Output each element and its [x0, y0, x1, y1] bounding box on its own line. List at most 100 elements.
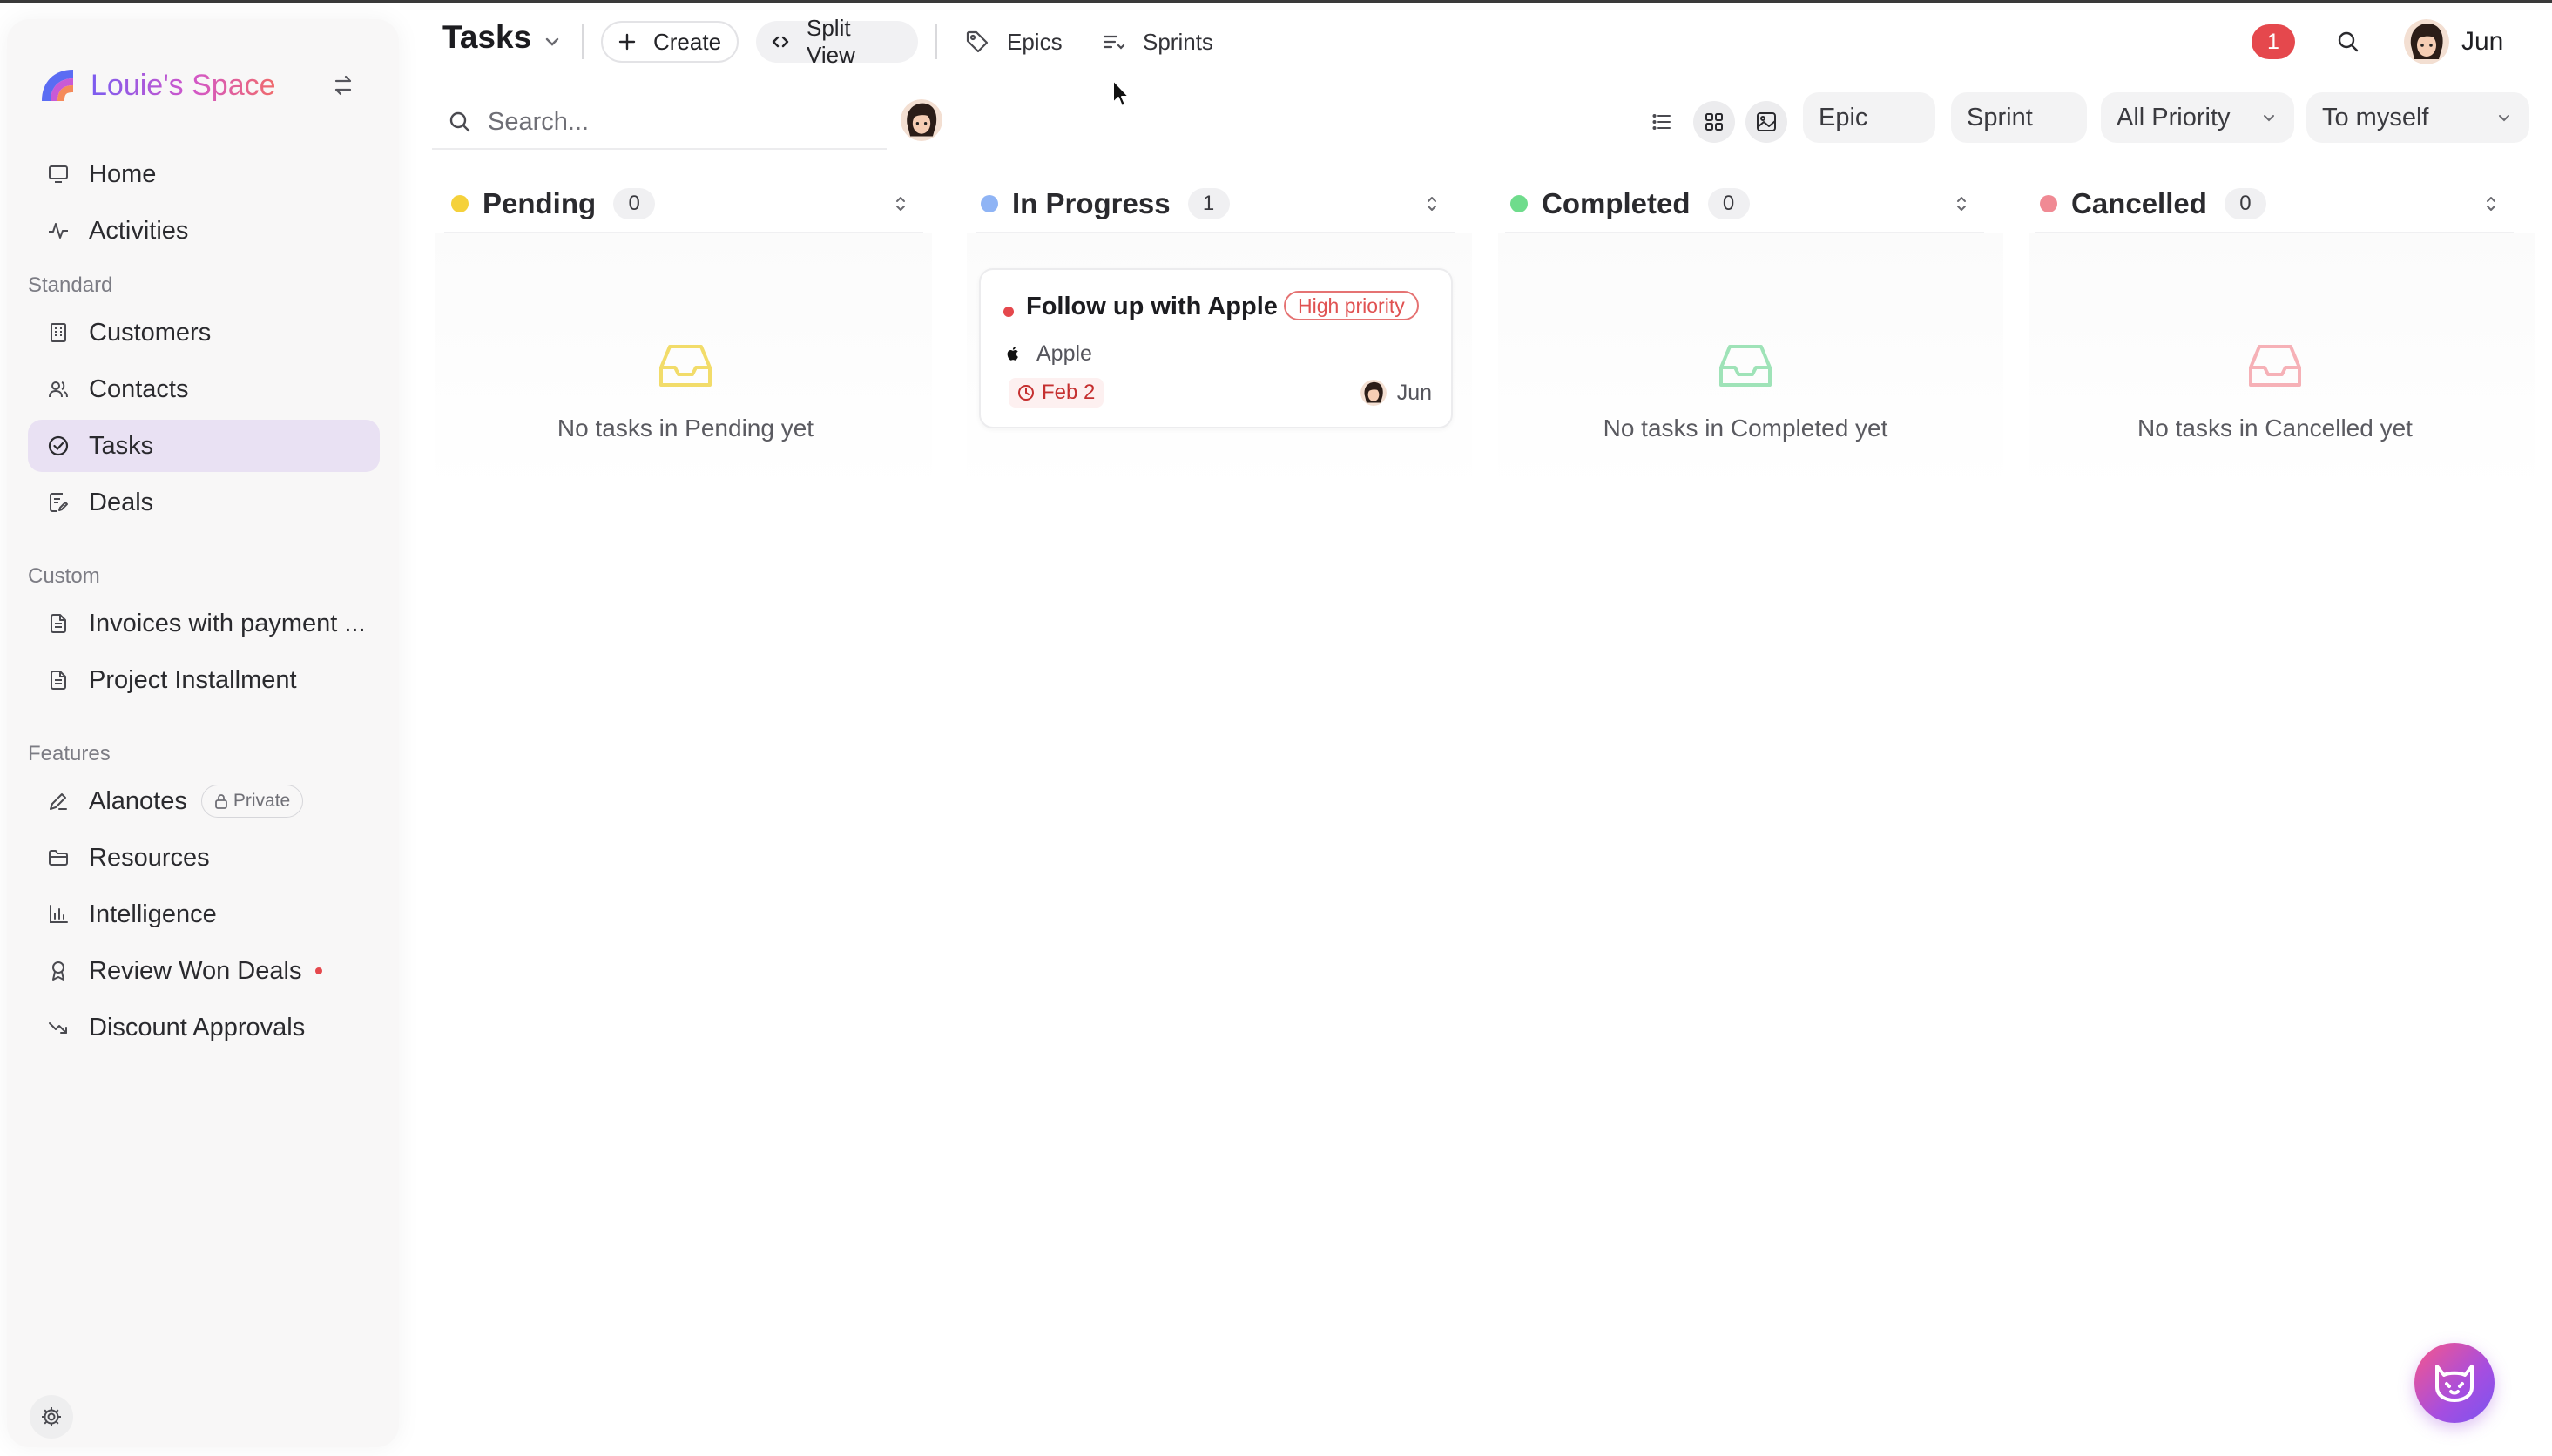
document-icon [45, 610, 71, 637]
bar-chart-icon [45, 901, 71, 927]
status-dot [2040, 195, 2057, 212]
sidebar-item-label: Intelligence [89, 900, 217, 928]
monitor-icon [45, 161, 71, 187]
swap-arrows-icon [334, 75, 352, 96]
sidebar-item-label: Tasks [89, 431, 154, 460]
inbox-icon [1719, 345, 1772, 387]
settings-button[interactable] [30, 1395, 73, 1439]
column-count: 1 [1187, 188, 1230, 219]
section-standard: Standard [28, 273, 113, 297]
trend-down-icon [45, 1014, 71, 1041]
epics-button[interactable]: Epics [965, 21, 1063, 63]
chevron-down-icon [2264, 115, 2274, 122]
sidebar-item-customers[interactable]: Customers [28, 307, 380, 359]
list-view-button[interactable] [1641, 101, 1683, 143]
column-count: 0 [1707, 188, 1750, 219]
task-assignee[interactable]: Jun [1360, 378, 1432, 408]
avatar [1360, 380, 1387, 406]
sidebar-item-label: Home [89, 159, 157, 188]
split-view-button[interactable]: Split View [756, 15, 918, 68]
sidebar-item-tasks[interactable]: Tasks [28, 420, 380, 472]
sidebar-item-label: Resources [89, 843, 210, 872]
create-button[interactable]: Create [601, 21, 739, 63]
column-sort-button[interactable] [883, 186, 918, 221]
sidebar-item-resources[interactable]: Resources [28, 832, 380, 884]
sidebar-item-label: Discount Approvals [89, 1013, 306, 1041]
search-icon [2338, 31, 2359, 52]
assignee-filter-avatar[interactable] [901, 99, 942, 141]
assignee-name: Jun [1396, 380, 1432, 405]
chevron-up-down-icon [896, 197, 905, 211]
section-custom: Custom [28, 564, 100, 588]
lock-icon [214, 794, 227, 809]
clock-alert-icon [1018, 385, 1034, 401]
page-title: Tasks [442, 19, 532, 55]
sidebar-item-contacts[interactable]: Contacts [28, 363, 380, 415]
column-sort-button[interactable] [1944, 186, 1979, 221]
rainbow-logo-icon [42, 70, 73, 101]
list-lines-icon [1101, 30, 1125, 54]
column-sort-button[interactable] [2474, 186, 2508, 221]
divider [582, 24, 584, 59]
tag-icon [965, 30, 989, 54]
avatar [2404, 19, 2449, 64]
user-menu[interactable]: Jun [2404, 17, 2503, 66]
sprint-filter-label: Sprint [1967, 103, 2033, 131]
sidebar-item-alanotes[interactable]: Alanotes Private [28, 775, 380, 827]
assignee-filter[interactable]: To myself [2306, 92, 2529, 143]
sidebar-item-activities[interactable]: Activities [28, 205, 380, 257]
check-circle-icon [45, 433, 71, 459]
chevron-up-down-icon [2487, 197, 2495, 211]
sidebar-item-review-won-deals[interactable]: Review Won Deals [28, 945, 380, 997]
sidebar-item-label: Review Won Deals [89, 956, 302, 985]
split-view-label: Split View [807, 15, 855, 68]
empty-state-text: No tasks in Pending yet [557, 415, 814, 442]
chevron-up-down-icon [1957, 197, 1966, 211]
sidebar: Louie's Space Home Activities Standard C… [7, 19, 399, 1447]
sprints-label: Sprints [1143, 28, 1213, 55]
assignee-filter-label: To myself [2322, 103, 2429, 131]
board-view-button[interactable] [1693, 101, 1735, 143]
column-divider [976, 232, 1455, 233]
gallery-view-button[interactable] [1745, 101, 1787, 143]
sidebar-item-deals[interactable]: Deals [28, 476, 380, 529]
activity-icon [45, 218, 71, 244]
building-icon [45, 320, 71, 346]
users-icon [45, 376, 71, 402]
sidebar-item-project-installment[interactable]: Project Installment [28, 654, 380, 706]
sidebar-item-label: Invoices with payment ... [89, 609, 366, 637]
sprint-filter[interactable]: Sprint [1951, 92, 2087, 143]
epic-filter-label: Epic [1819, 103, 1868, 131]
column-header-pending: Pending 0 [451, 179, 656, 228]
column-header-in-progress: In Progress 1 [981, 179, 1230, 228]
column-sort-button[interactable] [1414, 186, 1449, 221]
sidebar-item-home[interactable]: Home [28, 148, 380, 200]
notification-badge[interactable]: 1 [2252, 24, 2295, 59]
task-card[interactable]: Follow up with Apple High priority Apple… [979, 268, 1453, 428]
section-features: Features [28, 742, 111, 765]
title-dropdown[interactable] [540, 30, 564, 58]
chevron-up-down-icon [1428, 197, 1436, 211]
sidebar-item-label: Deals [89, 488, 154, 516]
sidebar-item-invoices[interactable]: Invoices with payment ... [28, 597, 380, 650]
plus-icon [617, 31, 638, 52]
sidebar-item-intelligence[interactable]: Intelligence [28, 888, 380, 940]
assistant-button[interactable] [2414, 1343, 2495, 1423]
collapse-sidebar-button[interactable] [326, 68, 361, 103]
workspace-brand[interactable]: Louie's Space [38, 63, 276, 108]
epics-label: Epics [1007, 28, 1063, 55]
epic-filter[interactable]: Epic [1803, 92, 1935, 143]
global-search-button[interactable] [2331, 24, 2366, 59]
sidebar-item-discount-approvals[interactable]: Discount Approvals [28, 1001, 380, 1054]
task-company[interactable]: Apple [1005, 340, 1092, 367]
column-count: 0 [613, 188, 656, 219]
due-date-badge: Feb 2 [1009, 378, 1104, 408]
sprints-button[interactable]: Sprints [1101, 21, 1213, 63]
priority-filter[interactable]: All Priority [2101, 92, 2294, 143]
column-header-cancelled: Cancelled 0 [2040, 179, 2266, 228]
window-top-border [0, 0, 2552, 3]
private-badge: Private [200, 785, 304, 818]
sidebar-item-label: Project Installment [89, 665, 297, 694]
chevron-down-icon [2499, 115, 2509, 122]
search-input[interactable] [488, 107, 854, 137]
